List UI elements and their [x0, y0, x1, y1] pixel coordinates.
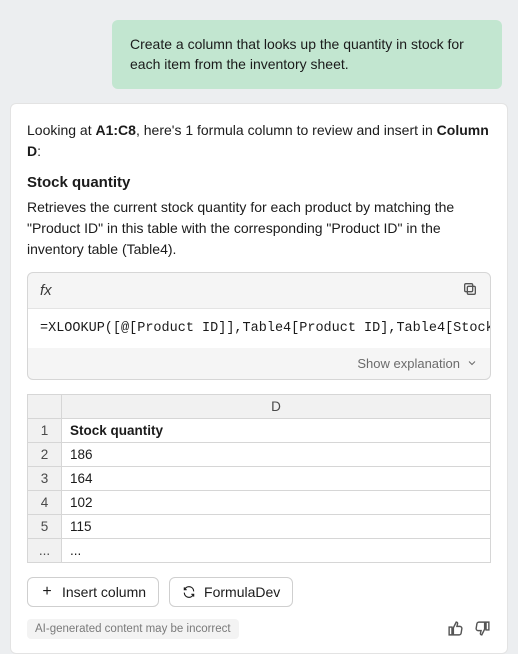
row-number: 1 — [28, 418, 62, 442]
table-row: 3 164 — [28, 466, 491, 490]
intro-prefix: Looking at — [27, 122, 96, 138]
section-description: Retrieves the current stock quantity for… — [27, 197, 491, 260]
user-message: Create a column that looks up the quanti… — [112, 20, 502, 89]
preview-table: D 1 Stock quantity 2 186 3 164 4 102 5 1… — [27, 394, 491, 563]
formula-header: fx — [28, 273, 490, 309]
insert-column-button[interactable]: + Insert column — [27, 577, 159, 607]
table-row: 5 115 — [28, 514, 491, 538]
feedback-buttons — [447, 620, 491, 637]
intro-mid: , here's 1 formula column to review and … — [136, 122, 437, 138]
footer-row: AI-generated content may be incorrect — [27, 619, 491, 639]
table-row: 1 Stock quantity — [28, 418, 491, 442]
copy-icon[interactable] — [462, 281, 478, 300]
formuladev-label: FormulaDev — [204, 584, 280, 600]
thumbs-down-icon[interactable] — [474, 620, 491, 637]
intro-text: Looking at A1:C8, here's 1 formula colum… — [27, 120, 491, 162]
row-number: 3 — [28, 466, 62, 490]
table-row: ... ... — [28, 538, 491, 562]
table-row: 4 102 — [28, 490, 491, 514]
row-number: 2 — [28, 442, 62, 466]
insert-column-label: Insert column — [62, 584, 146, 600]
section-title: Stock quantity — [27, 174, 491, 191]
formuladev-button[interactable]: FormulaDev — [169, 577, 293, 607]
intro-range: A1:C8 — [96, 122, 136, 138]
formula-block: fx =XLOOKUP([@[Product ID]],Table4[Produ… — [27, 272, 491, 380]
fx-label: fx — [40, 282, 52, 299]
table-cell: 186 — [62, 442, 491, 466]
table-corner — [28, 394, 62, 418]
formula-text[interactable]: =XLOOKUP([@[Product ID]],Table4[Product … — [28, 309, 490, 348]
disclaimer: AI-generated content may be incorrect — [27, 619, 239, 639]
table-column-letter: D — [62, 394, 491, 418]
table-row: 2 186 — [28, 442, 491, 466]
row-number: ... — [28, 538, 62, 562]
intro-suffix: : — [37, 143, 41, 159]
show-explanation-label: Show explanation — [357, 356, 460, 371]
plus-icon: + — [40, 585, 54, 599]
table-cell: ... — [62, 538, 491, 562]
table-cell: Stock quantity — [62, 418, 491, 442]
assistant-card: Looking at A1:C8, here's 1 formula colum… — [10, 103, 508, 654]
table-cell: 164 — [62, 466, 491, 490]
show-explanation-button[interactable]: Show explanation — [28, 348, 490, 379]
action-row: + Insert column FormulaDev — [27, 577, 491, 607]
row-number: 4 — [28, 490, 62, 514]
thumbs-up-icon[interactable] — [447, 620, 464, 637]
refresh-icon — [182, 585, 196, 599]
chevron-down-icon — [466, 357, 478, 369]
table-cell: 102 — [62, 490, 491, 514]
row-number: 5 — [28, 514, 62, 538]
table-cell: 115 — [62, 514, 491, 538]
